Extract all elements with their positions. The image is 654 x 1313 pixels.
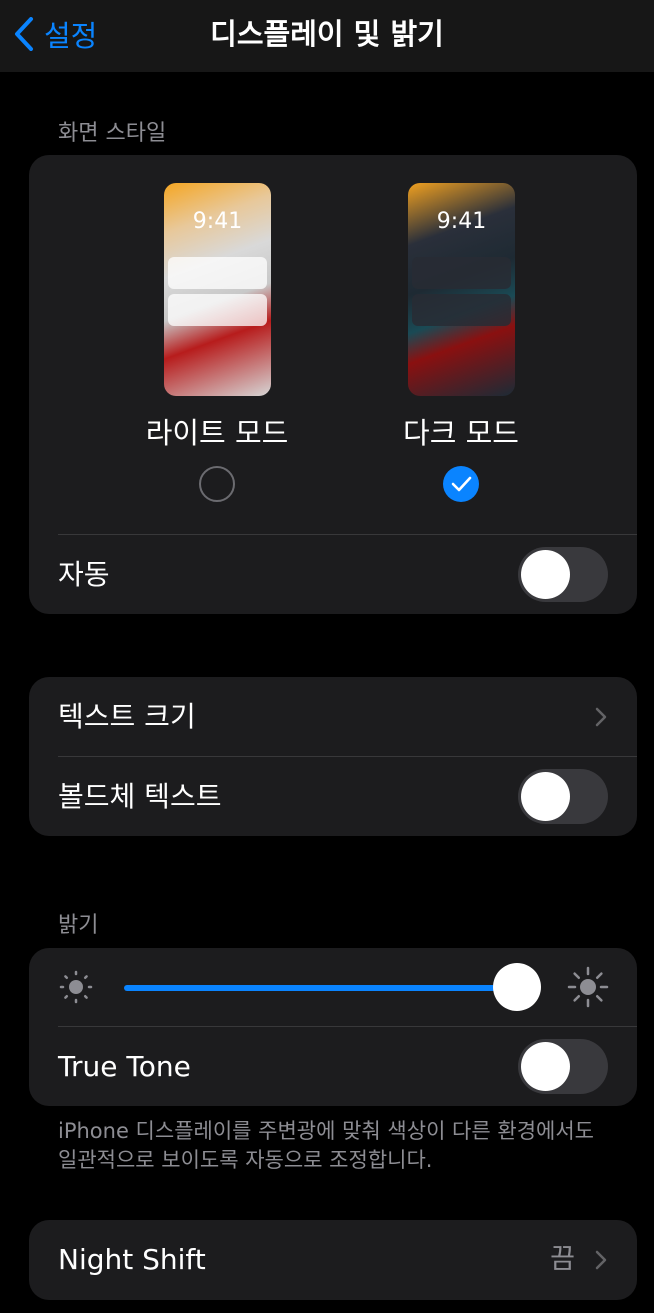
- auto-toggle[interactable]: [518, 547, 608, 602]
- chevron-right-icon: [595, 1250, 607, 1270]
- auto-row: 자동: [29, 535, 637, 614]
- sun-min-icon: [59, 970, 93, 1004]
- checkmark-icon: [451, 476, 472, 492]
- preview-notification: [168, 257, 267, 289]
- bold-text-toggle[interactable]: [518, 769, 608, 824]
- night-shift-label: Night Shift: [58, 1243, 206, 1276]
- brightness-group: True Tone: [29, 948, 637, 1106]
- bold-text-label: 볼드체 텍스트: [58, 780, 222, 813]
- dark-mode-label[interactable]: 다크 모드: [361, 410, 561, 452]
- text-size-row[interactable]: 텍스트 크기: [29, 677, 637, 757]
- text-size-label: 텍스트 크기: [58, 700, 196, 733]
- text-group: 텍스트 크기 볼드체 텍스트: [29, 677, 637, 836]
- auto-label: 자동: [58, 558, 110, 591]
- chevron-right-icon: [595, 707, 607, 727]
- true-tone-row: True Tone: [29, 1027, 637, 1106]
- true-tone-footer: iPhone 디스플레이를 주변광에 맞춰 색상이 다른 환경에서도 일관적으로…: [58, 1119, 594, 1172]
- bold-text-row: 볼드체 텍스트: [29, 757, 637, 836]
- brightness-slider-row: [29, 948, 637, 1026]
- light-mode-label[interactable]: 라이트 모드: [117, 410, 317, 452]
- appearance-header: 화면 스타일: [58, 121, 167, 146]
- brightness-slider-thumb[interactable]: [493, 963, 541, 1011]
- preview-notification: [168, 294, 267, 326]
- night-shift-value: 끔: [550, 1244, 575, 1275]
- light-mode-radio[interactable]: [199, 466, 235, 502]
- sun-max-icon: [567, 966, 609, 1008]
- appearance-group: 9:41 라이트 모드 9:41 다크 모드 자동: [29, 155, 637, 614]
- night-shift-row[interactable]: Night Shift 끔: [29, 1220, 637, 1300]
- true-tone-toggle[interactable]: [518, 1039, 608, 1094]
- toggle-knob: [521, 772, 570, 821]
- dark-mode-radio[interactable]: [443, 466, 479, 502]
- navigation-bar: 설정 디스플레이 및 밝기: [0, 0, 654, 72]
- brightness-slider-track[interactable]: [124, 985, 519, 991]
- toggle-knob: [521, 1042, 570, 1091]
- preview-time: 9:41: [436, 209, 487, 234]
- dark-mode-preview[interactable]: 9:41: [408, 183, 515, 396]
- preview-notification: [412, 257, 511, 289]
- light-mode-preview[interactable]: 9:41: [164, 183, 271, 396]
- preview-time: 9:41: [192, 209, 243, 234]
- night-shift-group: Night Shift 끔: [29, 1220, 637, 1300]
- true-tone-label: True Tone: [58, 1050, 191, 1083]
- page-title: 디스플레이 및 밝기: [210, 17, 444, 51]
- brightness-header: 밝기: [58, 913, 99, 938]
- toggle-knob: [521, 550, 570, 599]
- preview-notification: [412, 294, 511, 326]
